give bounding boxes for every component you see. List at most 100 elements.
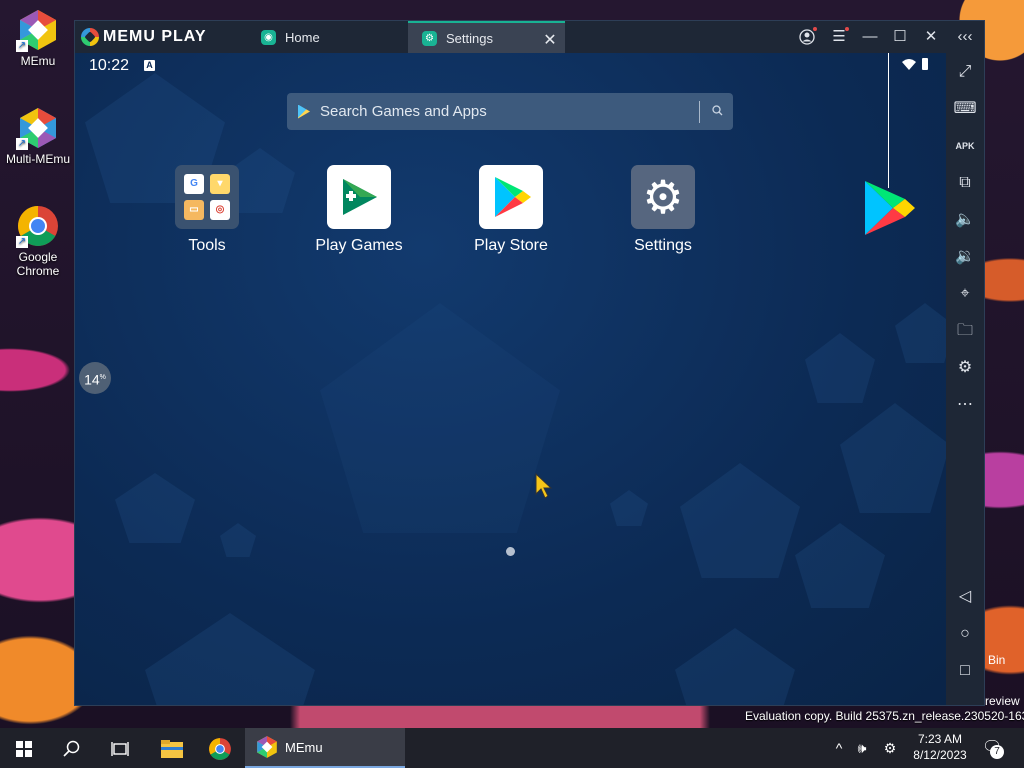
background-shape — [220, 523, 256, 557]
tools-folder-icon: G ▾ ▭ ◎ — [175, 165, 239, 229]
shortcut-arrow-icon: ↗ — [16, 236, 28, 248]
background-shape — [840, 403, 946, 513]
evaluation-watermark: Evaluation copy. Build 25375.zn_release.… — [745, 709, 1024, 723]
emulator-sidebar: ⤢ ⌨ APK ⧉ 🔈 🔉 ⌖ 🗀 ⚙ ⋯ ◁ ○ □ — [946, 53, 984, 705]
desktop-icon-chrome[interactable]: ↗ Google Chrome — [2, 204, 74, 278]
memu-logo: MEMU PLAY — [81, 27, 207, 47]
apk-icon[interactable]: APK — [950, 132, 980, 160]
search-bar[interactable]: Search Games and Apps — [287, 93, 733, 130]
background-shape — [610, 490, 648, 526]
app-label: Play Games — [315, 237, 403, 254]
menu-icon[interactable]: ☰ — [828, 27, 850, 47]
taskbar-memu-button[interactable]: MEmu — [245, 728, 405, 768]
notification-count-badge: 7 — [990, 745, 1004, 759]
background-shape — [895, 303, 946, 363]
brand-name: MEMU PLAY — [103, 28, 207, 45]
wifi-battery-icon — [900, 57, 932, 74]
progress-unit: % — [99, 374, 106, 381]
settings-gear-icon: ⚙ — [631, 165, 695, 229]
files-mini-icon: ▭ — [184, 200, 204, 220]
status-time: 10:22 — [89, 57, 130, 74]
app-label: Tools — [188, 237, 226, 254]
play-store-icon — [479, 165, 543, 229]
settings-icon[interactable]: ⚙ — [950, 354, 980, 382]
taskbar-clock[interactable]: 7:23 AM 8/12/2023 — [905, 731, 975, 763]
multi-memu-app-icon: ↗ — [16, 106, 60, 150]
back-icon[interactable]: ◁ — [950, 583, 980, 611]
background-shape — [320, 303, 560, 533]
chrome-mini-icon: ◎ — [210, 200, 230, 220]
memu-app-icon: ↗ — [16, 8, 60, 52]
location-icon[interactable]: ⌖ — [950, 280, 980, 308]
chrome-app-icon: ↗ — [16, 204, 60, 248]
background-shape — [680, 463, 800, 578]
memu-taskbar-icon — [257, 736, 277, 758]
tab-home[interactable]: ◉ Home — [247, 21, 407, 53]
maximize-icon[interactable]: ☐ — [889, 27, 911, 47]
background-shape — [145, 613, 315, 705]
volume-down-icon[interactable]: 🔉 — [950, 243, 980, 271]
app-tools[interactable]: G ▾ ▭ ◎ Tools — [152, 165, 262, 255]
search-taskbar-icon[interactable] — [48, 728, 96, 768]
taskbar-app-label: MEmu — [285, 739, 323, 755]
settings-tray-icon[interactable]: ⚙ — [880, 728, 900, 768]
multi-window-icon[interactable]: ⧉ — [950, 169, 980, 197]
drag-line — [888, 53, 889, 188]
search-icon[interactable] — [712, 104, 723, 119]
chrome-taskbar-icon[interactable] — [196, 728, 244, 768]
start-button[interactable] — [0, 728, 48, 768]
play-games-icon — [327, 165, 391, 229]
app-play-games[interactable]: Play Games — [304, 165, 414, 255]
home-icon[interactable]: ○ — [950, 620, 980, 648]
settings-tab-icon: ⚙ — [422, 30, 437, 46]
search-divider — [699, 100, 700, 123]
desktop-icon-label: Google Chrome — [16, 250, 60, 278]
show-hidden-icons-icon[interactable]: ^ — [830, 728, 848, 768]
windows-icon — [16, 741, 32, 758]
keyboard-icon[interactable]: ⌨ — [950, 95, 980, 123]
fullscreen-icon[interactable]: ⤢ — [950, 58, 980, 86]
more-icon[interactable]: ⋯ — [950, 391, 980, 419]
google-mini-icon: G — [184, 174, 204, 194]
app-settings[interactable]: ⚙ Settings — [608, 165, 718, 255]
notification-dot — [813, 27, 817, 31]
home-tab-icon: ◉ — [261, 29, 276, 45]
volume-tray-icon[interactable]: 🕪 — [852, 728, 872, 768]
recycle-bin-label[interactable]: Bin — [988, 653, 1005, 667]
progress-badge[interactable]: 14% — [79, 362, 111, 394]
watermark-review: review — [985, 694, 1020, 708]
task-view-icon[interactable] — [96, 728, 144, 768]
desktop-icon-label: Multi-MEmu — [5, 152, 70, 166]
tab-settings[interactable]: ⚙ Settings ✕ — [408, 21, 565, 53]
close-tab-icon[interactable]: ✕ — [543, 30, 557, 50]
app-label: Play Store — [474, 237, 548, 254]
tab-label: Home — [285, 29, 320, 45]
minimize-icon[interactable]: — — [859, 27, 881, 47]
file-explorer-icon[interactable] — [148, 728, 196, 768]
account-icon[interactable] — [796, 27, 818, 47]
desktop-icon-multi-memu[interactable]: ↗ Multi-MEmu — [2, 106, 74, 166]
page-indicator-dot — [506, 547, 515, 556]
recents-icon[interactable]: □ — [950, 657, 980, 685]
progress-value: 14 — [84, 371, 100, 388]
volume-up-icon[interactable]: 🔈 — [950, 206, 980, 234]
floating-play-store-icon[interactable] — [863, 179, 917, 242]
background-shape — [795, 523, 885, 608]
clock-time: 7:23 AM — [917, 732, 963, 746]
desktop-icon-label: MEmu — [20, 54, 56, 68]
desktop-icon-memu[interactable]: ↗ MEmu — [2, 8, 74, 68]
shortcut-arrow-icon: ↗ — [16, 138, 28, 150]
close-window-icon[interactable]: ✕ — [920, 27, 942, 47]
collapse-sidebar-icon[interactable]: ‹‹‹ — [954, 27, 976, 47]
memu-logo-icon — [81, 28, 99, 46]
folder-icon[interactable]: 🗀 — [950, 317, 980, 345]
notes-mini-icon: ▾ — [210, 174, 230, 194]
notification-dot — [845, 27, 849, 31]
app-label: Settings — [634, 237, 692, 254]
background-shape — [675, 628, 795, 705]
status-indicator-icon: A — [144, 60, 155, 71]
mouse-cursor-icon — [535, 472, 553, 504]
memu-window: MEMU PLAY ◉ Home ⚙ Settings ✕ ☰ — ☐ ✕ ‹‹… — [74, 20, 985, 706]
android-screen[interactable]: 10:22 A Search Games and Apps G ▾ ▭ ◎ To… — [75, 53, 946, 705]
app-play-store[interactable]: Play Store — [456, 165, 566, 255]
